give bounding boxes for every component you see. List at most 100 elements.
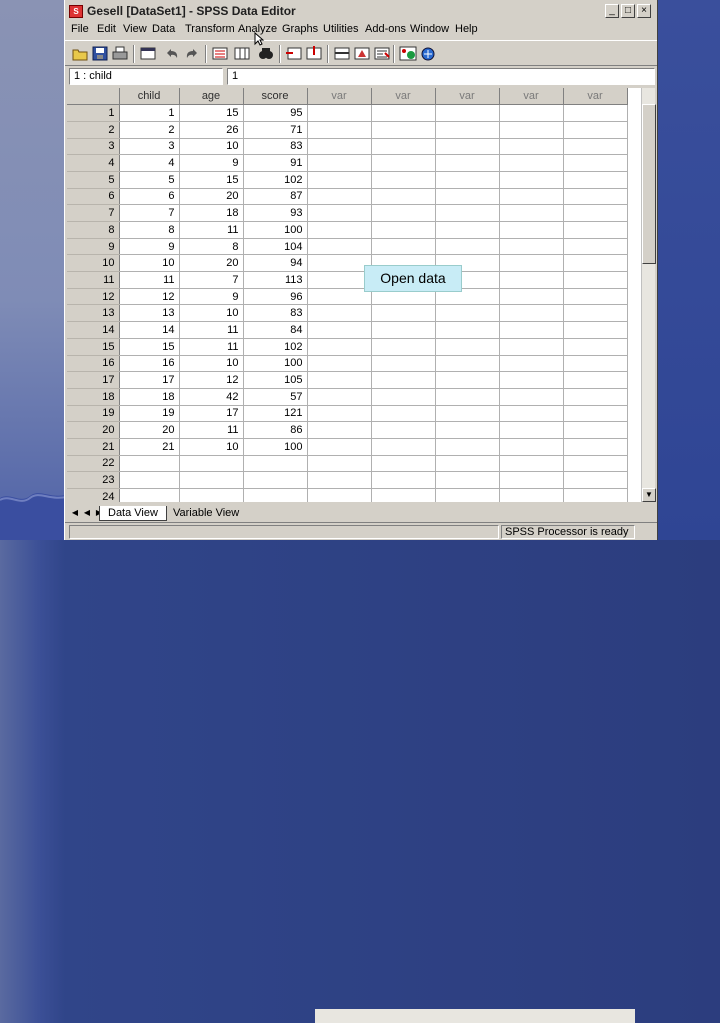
cell-empty[interactable] [435, 438, 500, 456]
cell-value-input[interactable]: 1 [227, 68, 655, 85]
cell-child[interactable]: 7 [119, 204, 180, 222]
cell-empty[interactable] [307, 271, 372, 289]
cell-empty[interactable] [563, 271, 628, 289]
cell-empty[interactable] [499, 254, 564, 273]
cell-empty[interactable] [499, 204, 564, 222]
cell-empty[interactable] [371, 321, 436, 339]
cell-child[interactable]: 14 [119, 321, 180, 339]
cell-age[interactable]: 11 [179, 338, 244, 356]
cell-empty[interactable] [563, 488, 628, 502]
cell-age[interactable] [179, 488, 244, 502]
cell-score[interactable]: 71 [243, 121, 308, 139]
cell-empty[interactable] [307, 121, 372, 139]
cell-empty[interactable] [371, 121, 436, 139]
cell-age[interactable]: 10 [179, 438, 244, 456]
cell-empty[interactable] [371, 388, 436, 406]
cell-empty[interactable] [499, 371, 564, 389]
cell-child[interactable]: 19 [119, 405, 180, 423]
cell-empty[interactable] [499, 171, 564, 189]
cell-empty[interactable] [563, 171, 628, 189]
cell-empty[interactable] [563, 338, 628, 356]
cell-child[interactable]: 5 [119, 171, 180, 189]
cell-empty[interactable] [307, 138, 372, 156]
variables-icon[interactable] [233, 45, 251, 62]
use-sets-icon[interactable] [419, 45, 437, 62]
cell-empty[interactable] [563, 154, 628, 172]
cell-empty[interactable] [499, 221, 564, 239]
cell-score[interactable]: 95 [243, 104, 308, 122]
cell-empty[interactable] [371, 421, 436, 439]
corner-cell[interactable] [67, 88, 120, 106]
cell-empty[interactable] [435, 121, 500, 139]
cell-age[interactable]: 9 [179, 154, 244, 172]
menu-transform[interactable]: Transform [185, 23, 235, 35]
cell-score[interactable]: 93 [243, 204, 308, 222]
column-header[interactable]: var [563, 88, 628, 106]
undo-icon[interactable] [163, 45, 181, 62]
cell-empty[interactable] [371, 154, 436, 172]
cell-score[interactable]: 104 [243, 238, 308, 256]
cell-empty[interactable] [563, 254, 628, 273]
cell-empty[interactable] [563, 321, 628, 339]
menu-help[interactable]: Help [455, 23, 478, 35]
cell-empty[interactable] [371, 304, 436, 323]
cell-empty[interactable] [307, 455, 372, 473]
menu-view[interactable]: View [123, 23, 147, 35]
cell-score[interactable]: 84 [243, 321, 308, 339]
cell-empty[interactable] [435, 304, 500, 323]
cell-age[interactable]: 7 [179, 271, 244, 289]
cell-empty[interactable] [499, 121, 564, 139]
cell-empty[interactable] [435, 154, 500, 172]
scroll-down-icon[interactable]: ▼ [642, 488, 656, 502]
cell-score[interactable]: 94 [243, 254, 308, 273]
cell-empty[interactable] [307, 338, 372, 356]
cell-empty[interactable] [307, 438, 372, 456]
cell-empty[interactable] [307, 254, 372, 273]
split-file-icon[interactable] [333, 45, 351, 62]
cell-empty[interactable] [563, 388, 628, 406]
cell-child[interactable]: 3 [119, 138, 180, 156]
cell-empty[interactable] [435, 171, 500, 189]
cell-empty[interactable] [435, 488, 500, 502]
tab-variable-view[interactable]: Variable View [165, 506, 247, 521]
cell-empty[interactable] [499, 355, 564, 373]
cell-empty[interactable] [307, 171, 372, 189]
row-number[interactable]: 1 [67, 104, 120, 122]
row-number[interactable]: 7 [67, 204, 120, 222]
cell-age[interactable]: 10 [179, 138, 244, 156]
cell-empty[interactable] [563, 304, 628, 323]
cell-empty[interactable] [499, 338, 564, 356]
cell-age[interactable]: 11 [179, 321, 244, 339]
cell-empty[interactable] [499, 238, 564, 256]
row-number[interactable]: 18 [67, 388, 120, 406]
scroll-thumb[interactable] [642, 104, 656, 264]
cell-child[interactable]: 21 [119, 438, 180, 456]
cell-empty[interactable] [563, 238, 628, 256]
cell-child[interactable] [119, 488, 180, 502]
print-icon[interactable] [111, 45, 129, 62]
cell-empty[interactable] [563, 121, 628, 139]
cell-age[interactable]: 18 [179, 204, 244, 222]
row-number[interactable]: 17 [67, 371, 120, 389]
cell-empty[interactable] [499, 388, 564, 406]
row-number[interactable]: 3 [67, 138, 120, 156]
cell-empty[interactable] [307, 288, 372, 306]
dialog-recall-icon[interactable] [139, 45, 157, 62]
column-header[interactable]: age [179, 88, 244, 106]
cell-age[interactable] [179, 471, 244, 489]
column-header[interactable]: score [243, 88, 308, 106]
cell-empty[interactable] [307, 154, 372, 172]
cell-score[interactable]: 96 [243, 288, 308, 306]
cell-empty[interactable] [499, 188, 564, 206]
cell-empty[interactable] [499, 304, 564, 323]
row-number[interactable]: 20 [67, 421, 120, 439]
cell-empty[interactable] [499, 271, 564, 289]
menu-edit[interactable]: Edit [97, 23, 116, 35]
cell-empty[interactable] [499, 421, 564, 439]
cell-child[interactable]: 13 [119, 304, 180, 323]
cell-empty[interactable] [499, 154, 564, 172]
cell-score[interactable]: 100 [243, 355, 308, 373]
insert-variable-icon[interactable] [305, 45, 323, 62]
cell-child[interactable]: 9 [119, 238, 180, 256]
cell-age[interactable]: 20 [179, 254, 244, 273]
